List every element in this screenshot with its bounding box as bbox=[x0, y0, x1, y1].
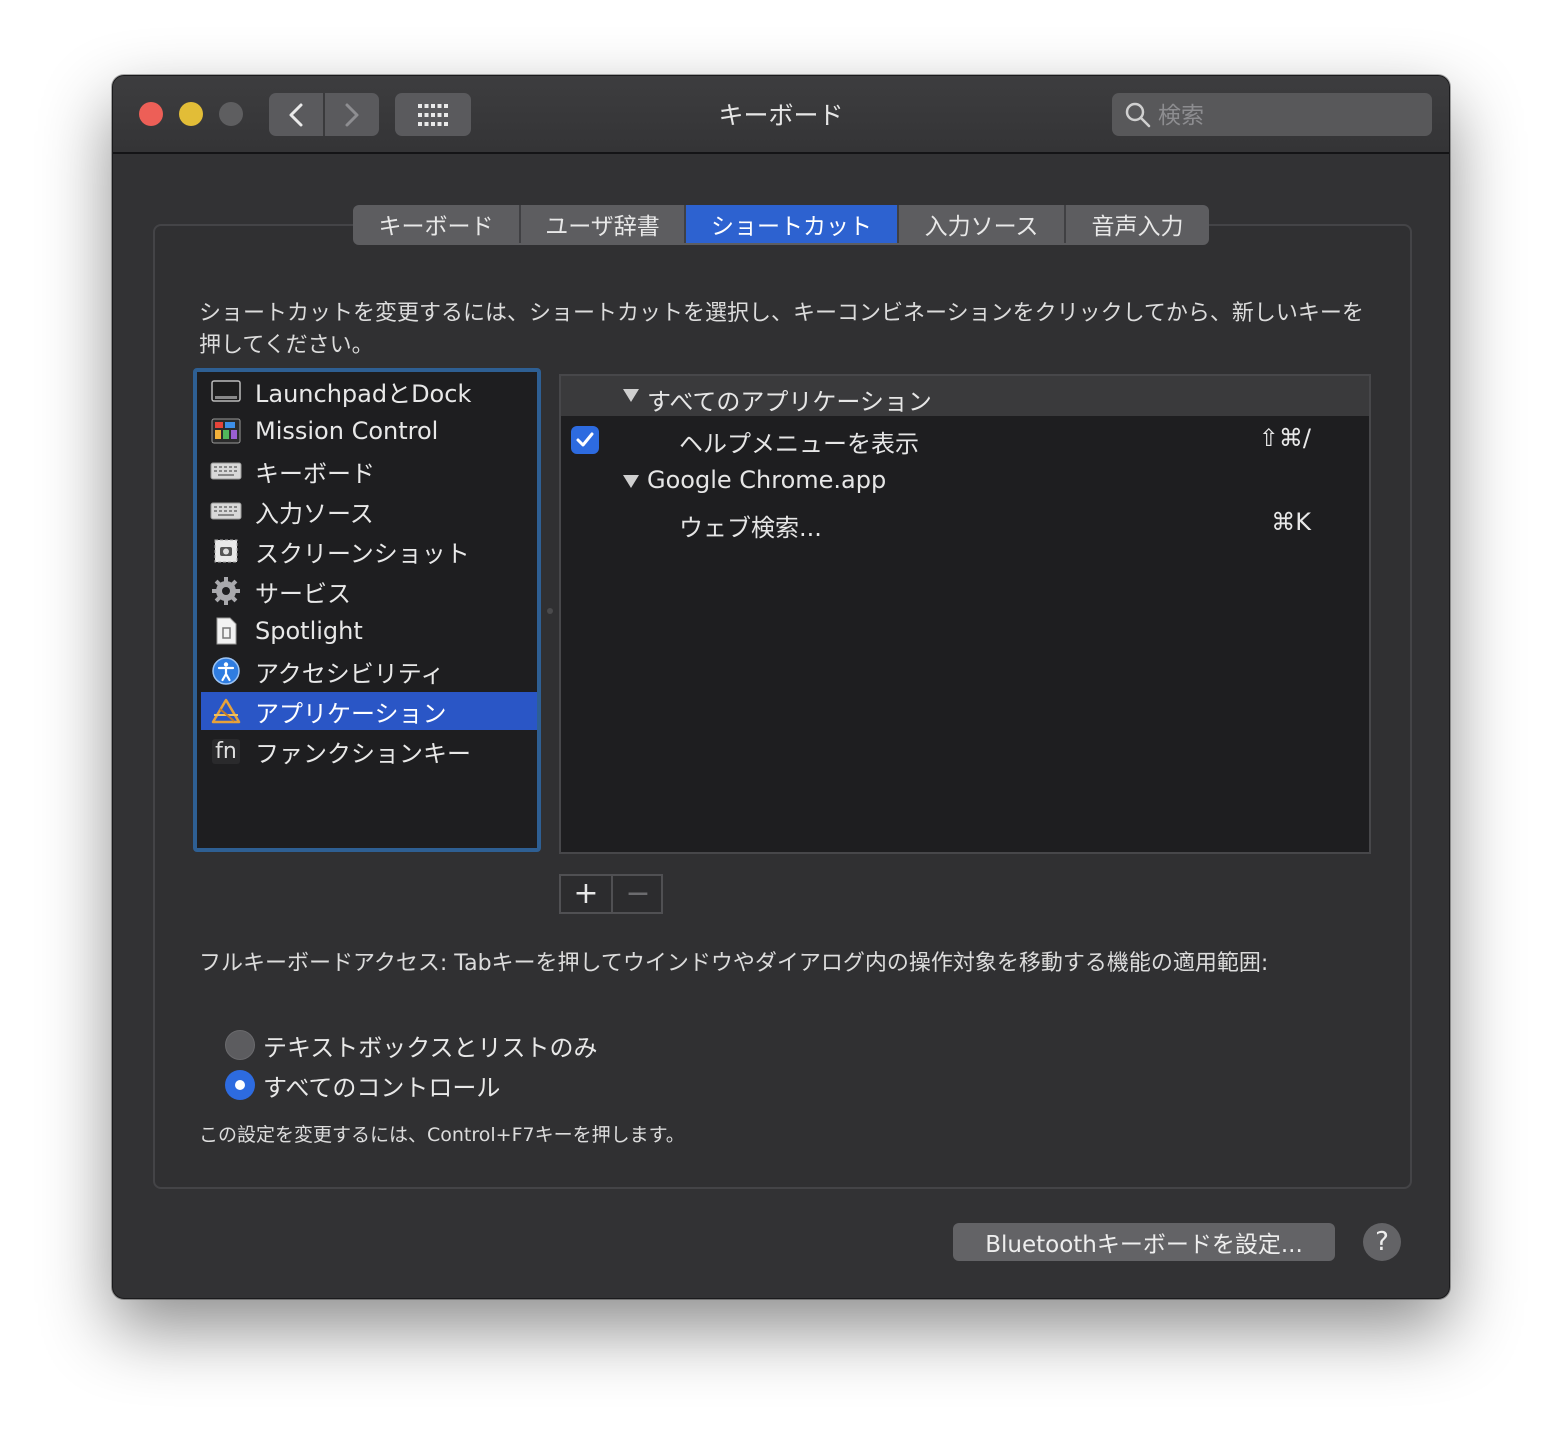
navigation-buttons bbox=[269, 93, 379, 136]
category-label: スクリーンショット bbox=[255, 539, 470, 568]
category-label: Mission Control bbox=[255, 417, 439, 445]
close-window-button[interactable] bbox=[139, 102, 163, 126]
mission-control-icon bbox=[209, 416, 243, 446]
disclosure-triangle-icon[interactable] bbox=[623, 389, 639, 402]
radio-button-on[interactable] bbox=[225, 1070, 255, 1100]
group-row-chrome[interactable]: Google Chrome.app bbox=[561, 460, 1369, 500]
category-label: ファンクションキー bbox=[255, 739, 471, 768]
screenshot-icon bbox=[209, 536, 243, 566]
radio-text-boxes-lists[interactable]: テキストボックスとリストのみ bbox=[225, 1028, 598, 1062]
tab-user-dictionary[interactable]: ユーザ辞書 bbox=[521, 205, 686, 243]
category-accessibility[interactable]: アクセシビリティ bbox=[201, 652, 537, 690]
minus-icon: − bbox=[625, 876, 651, 911]
keyboard-icon bbox=[209, 496, 243, 526]
shortcut-list[interactable]: すべてのアプリケーション ヘルプメニューを表示 ⇧⌘/ Google Chrom… bbox=[559, 374, 1371, 854]
title-bar: キーボード bbox=[113, 76, 1449, 154]
add-button[interactable]: + bbox=[561, 876, 611, 912]
split-handle[interactable] bbox=[547, 608, 553, 614]
remove-button[interactable]: − bbox=[613, 876, 663, 912]
shortcut-keys[interactable]: ⌘K bbox=[1271, 508, 1311, 536]
tab-dictation[interactable]: 音声入力 bbox=[1066, 205, 1209, 243]
category-label: アクセシビリティ bbox=[255, 659, 445, 688]
accessibility-icon bbox=[209, 656, 243, 686]
category-spotlight[interactable]: Spotlight bbox=[201, 612, 537, 650]
disclosure-triangle-icon[interactable] bbox=[623, 475, 639, 488]
chevron-right-icon bbox=[345, 103, 359, 126]
tab-input-sources[interactable]: 入力ソース bbox=[899, 205, 1066, 243]
app-store-icon bbox=[209, 696, 243, 726]
tab-shortcuts[interactable]: ショートカット bbox=[686, 205, 899, 243]
setup-bluetooth-keyboard-button[interactable]: Bluetoothキーボードを設定... bbox=[953, 1223, 1335, 1261]
forward-button[interactable] bbox=[325, 93, 379, 136]
radio-label: テキストボックスとリストのみ bbox=[263, 1033, 598, 1062]
fn-label: fn bbox=[212, 738, 240, 764]
radio-button-off[interactable] bbox=[225, 1030, 255, 1060]
category-launchpad-dock[interactable]: LaunchpadとDock bbox=[201, 372, 537, 410]
document-icon bbox=[209, 616, 243, 646]
shortcut-hint-note: この設定を変更するには、Control+F7キーを押します。 bbox=[199, 1124, 685, 1146]
plus-icon: + bbox=[573, 876, 599, 911]
group-label: すべてのアプリケーション bbox=[647, 388, 932, 416]
radio-all-controls[interactable]: すべてのコントロール bbox=[225, 1068, 500, 1102]
category-keyboard[interactable]: キーボード bbox=[201, 452, 537, 490]
chevron-left-icon bbox=[289, 103, 303, 126]
fn-icon: fn bbox=[209, 736, 243, 766]
group-label: Google Chrome.app bbox=[647, 466, 887, 494]
category-label: Spotlight bbox=[255, 617, 363, 645]
category-label: アプリケーション bbox=[255, 699, 447, 728]
preferences-window: キーボード キーボード ユーザ辞書 ショートカット 入力ソース 音声入力 ショー… bbox=[112, 75, 1450, 1299]
launchpad-icon bbox=[209, 376, 243, 406]
group-row-all-apps[interactable]: すべてのアプリケーション bbox=[561, 376, 1369, 416]
add-remove-control: + − bbox=[559, 874, 663, 914]
show-all-button[interactable] bbox=[395, 93, 471, 136]
category-function-keys[interactable]: fn ファンクションキー bbox=[201, 732, 537, 770]
category-screenshot[interactable]: スクリーンショット bbox=[201, 532, 537, 570]
category-applications[interactable]: アプリケーション bbox=[201, 692, 537, 730]
category-mission-control[interactable]: Mission Control bbox=[201, 412, 537, 450]
radio-label: すべてのコントロール bbox=[263, 1073, 501, 1102]
search-icon bbox=[1125, 102, 1151, 128]
full-keyboard-access-label: フルキーボードアクセス: Tabキーを押してウインドウやダイアログ内の操作対象を… bbox=[199, 951, 1269, 976]
keyboard-icon bbox=[209, 456, 243, 486]
shortcut-category-list[interactable]: LaunchpadとDock Mission Control キーボード 入力ソ… bbox=[193, 368, 541, 852]
category-label: LaunchpadとDock bbox=[255, 379, 472, 408]
shortcut-row-web-search[interactable]: ウェブ検索... ⌘K bbox=[561, 502, 1369, 542]
category-label: サービス bbox=[255, 579, 351, 608]
category-input-sources[interactable]: 入力ソース bbox=[201, 492, 537, 530]
tab-bar: キーボード ユーザ辞書 ショートカット 入力ソース 音声入力 bbox=[353, 205, 1209, 245]
checkmark-icon bbox=[576, 432, 594, 447]
shortcut-label: ヘルプメニューを表示 bbox=[679, 430, 919, 458]
shortcut-row-help-menu[interactable]: ヘルプメニューを表示 ⇧⌘/ bbox=[561, 418, 1369, 458]
minimize-window-button[interactable] bbox=[179, 102, 203, 126]
zoom-window-button[interactable] bbox=[219, 102, 243, 126]
category-services[interactable]: サービス bbox=[201, 572, 537, 610]
grid-icon bbox=[418, 103, 448, 126]
shortcut-keys[interactable]: ⇧⌘/ bbox=[1259, 424, 1311, 452]
search-input[interactable] bbox=[1156, 93, 1422, 138]
instructions-text: ショートカットを変更するには、ショートカットを選択し、キーコンビネーションをクリ… bbox=[199, 301, 1364, 358]
shortcut-label: ウェブ検索... bbox=[679, 514, 822, 542]
category-label: 入力ソース bbox=[255, 499, 374, 528]
back-button[interactable] bbox=[269, 93, 323, 136]
help-button[interactable]: ? bbox=[1363, 1223, 1401, 1261]
tab-keyboard[interactable]: キーボード bbox=[353, 205, 521, 243]
search-field[interactable] bbox=[1112, 93, 1432, 138]
gear-icon bbox=[209, 576, 243, 606]
shortcut-checkbox[interactable] bbox=[571, 426, 599, 454]
category-label: キーボード bbox=[255, 459, 375, 488]
